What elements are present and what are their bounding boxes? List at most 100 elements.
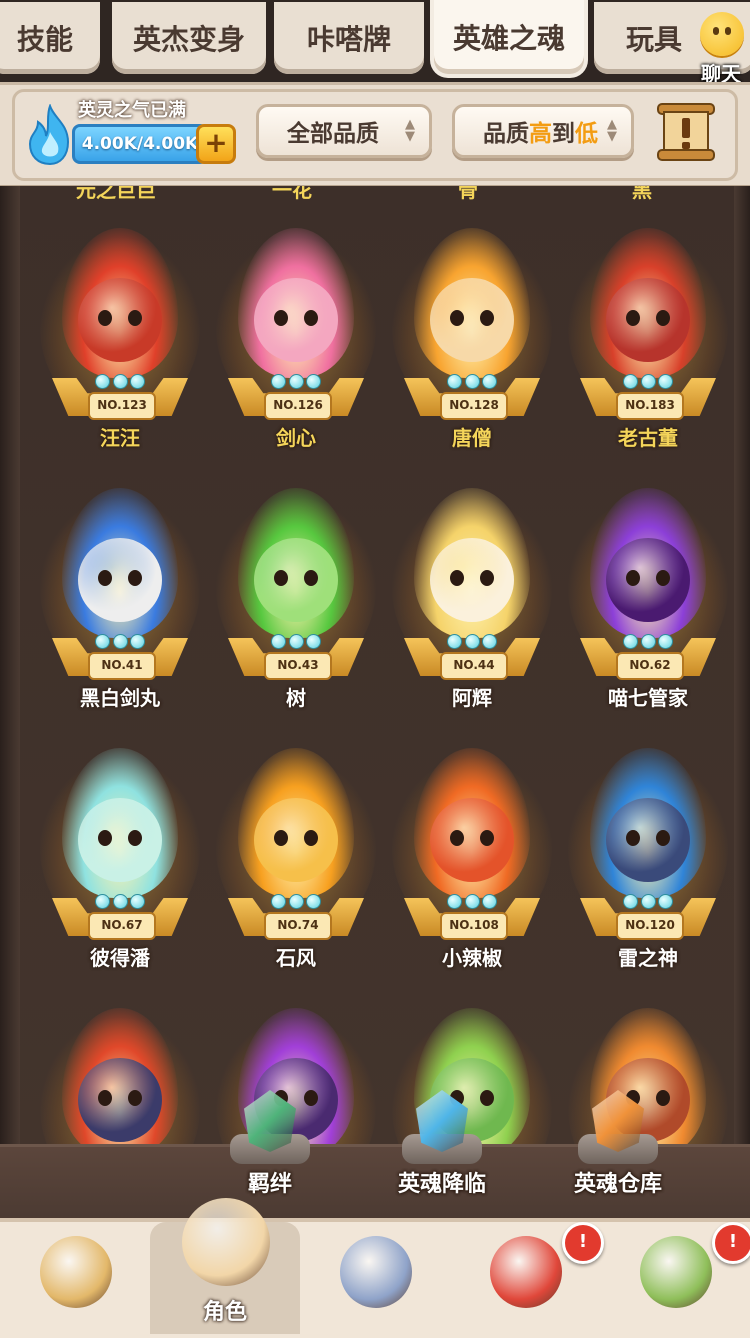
hero-portrait-icon xyxy=(78,1058,162,1142)
tab-skills[interactable]: 技能 xyxy=(0,2,100,74)
gem-icon xyxy=(623,374,638,389)
hero-soul-card[interactable]: NO.128 唐僧 xyxy=(392,228,552,468)
gem-icon xyxy=(658,634,673,649)
sort-dropdown[interactable]: 品质高到低 ▲ ▼ xyxy=(452,104,634,158)
nav-item-clan[interactable] xyxy=(0,1222,150,1334)
gem-icon xyxy=(306,374,321,389)
hero-number: NO.183 xyxy=(616,392,684,420)
hero-portrait-icon xyxy=(606,538,690,622)
hero-number: NO.123 xyxy=(88,392,156,420)
star-gems xyxy=(623,894,673,909)
hero-soul-card[interactable]: NO.74 石风 xyxy=(216,748,376,988)
hero-portrait-icon xyxy=(430,798,514,882)
nav-item-character[interactable]: 角色 xyxy=(150,1198,300,1334)
gem-icon xyxy=(640,894,656,909)
hero-number: NO.44 xyxy=(440,652,508,680)
star-gems xyxy=(271,634,321,649)
hero-soul-card[interactable]: NO.62 喵七管家 xyxy=(568,488,728,728)
gem-icon xyxy=(288,634,304,649)
gem-icon xyxy=(640,374,656,389)
blue-crystal-icon xyxy=(416,1090,468,1152)
hero-name: 汪汪 xyxy=(100,426,140,450)
gem-icon xyxy=(95,894,110,909)
hero-name: 彼得潘 xyxy=(90,946,150,970)
hero-name: 喵七管家 xyxy=(608,686,688,710)
star-gems xyxy=(95,374,145,389)
sort-label: 品质高到低 xyxy=(483,121,598,147)
nav-item-pets[interactable]: ! xyxy=(450,1222,604,1334)
hero-soul-storage-button[interactable]: 英魂仓库 xyxy=(548,1090,688,1200)
hero-name: 雷之神 xyxy=(618,946,678,970)
hero-soul-card[interactable]: NO.44 阿辉 xyxy=(392,488,552,728)
hero-soul-card[interactable]: NO.183 老古董 xyxy=(568,228,728,468)
hero-name: 树 xyxy=(286,686,306,710)
hero-name: 老古董 xyxy=(618,426,678,450)
hero-soul-card[interactable]: NO.126 剑心 xyxy=(216,228,376,468)
add-spirit-button[interactable]: + xyxy=(196,124,236,164)
updown-arrows-icon: ▲ ▼ xyxy=(405,117,415,144)
gem-icon xyxy=(447,374,462,389)
pet-icon xyxy=(490,1236,562,1308)
gem-icon xyxy=(306,894,321,909)
action-label: 英魂仓库 xyxy=(573,1172,662,1197)
chat-face-icon xyxy=(700,12,744,56)
hero-portrait-icon xyxy=(78,798,162,882)
gem-icon xyxy=(271,894,286,909)
hero-portrait-icon xyxy=(430,278,514,362)
hero-soul-card[interactable]: NO.43 树 xyxy=(216,488,376,728)
hero-soul-card[interactable]: NO.67 彼得潘 xyxy=(40,748,200,988)
green-gem-icon xyxy=(244,1090,296,1152)
hero-name: 唐僧 xyxy=(452,426,492,450)
scroll-info-icon[interactable] xyxy=(652,100,720,164)
nav-item-golem[interactable]: ! xyxy=(600,1222,750,1334)
star-gems xyxy=(271,374,321,389)
gem-icon xyxy=(623,894,638,909)
hero-number: NO.43 xyxy=(264,652,332,680)
hero-soul-card[interactable]: NO.108 小辣椒 xyxy=(392,748,552,988)
hero-name: 阿辉 xyxy=(452,686,492,710)
spirit-title: 英灵之气已满 xyxy=(78,100,186,121)
caveman-icon xyxy=(40,1236,112,1308)
notification-badge: ! xyxy=(712,1222,750,1264)
gem-icon xyxy=(464,374,480,389)
hero-soul-card[interactable]: NO.41 黑白剑丸 xyxy=(40,488,200,728)
gem-icon xyxy=(306,634,321,649)
chat-button[interactable]: 聊天 xyxy=(694,6,748,86)
cut-name: 黑 xyxy=(632,186,652,202)
hero-portrait-icon xyxy=(78,278,162,362)
hero-number: NO.67 xyxy=(88,912,156,940)
gem-icon xyxy=(95,374,110,389)
blue-flame-icon xyxy=(28,104,70,166)
hero-number: NO.108 xyxy=(440,912,508,940)
gem-icon xyxy=(288,894,304,909)
hero-name: 剑心 xyxy=(276,426,316,450)
hero-soul-card[interactable]: NO.120 雷之神 xyxy=(568,748,728,988)
bonds-button[interactable]: 羁绊 xyxy=(200,1090,340,1200)
tab-hero-transform[interactable]: 英杰变身 xyxy=(112,2,266,74)
hero-number: NO.120 xyxy=(616,912,684,940)
star-gems xyxy=(623,374,673,389)
updown-arrows-icon: ▲ ▼ xyxy=(607,117,617,144)
nav-label: 角色 xyxy=(202,1300,247,1325)
cut-name: 骨 xyxy=(458,186,478,202)
cut-name: 一花 xyxy=(272,186,312,202)
tab-hero-souls[interactable]: 英雄之魂 xyxy=(434,0,584,74)
hero-soul-card[interactable]: NO.123 汪汪 xyxy=(40,228,200,468)
hero-number: NO.74 xyxy=(264,912,332,940)
nav-item-equipment[interactable] xyxy=(300,1222,450,1334)
gem-icon xyxy=(95,634,110,649)
hero-soul-summon-button[interactable]: 英魂降临 xyxy=(372,1090,512,1200)
quality-filter-dropdown[interactable]: 全部品质 ▲ ▼ xyxy=(256,104,432,158)
gem-icon xyxy=(271,634,286,649)
hero-portrait-icon xyxy=(430,538,514,622)
hero-avatar-icon xyxy=(182,1198,270,1286)
spirit-value: 4.00K/4.00K xyxy=(72,124,208,164)
gem-icon xyxy=(112,634,128,649)
hero-soul-grid: 元之巨巨 一花 骨 黑 NO.123 汪汪 NO.126 剑心 NO.128 唐僧 NO.1… xyxy=(20,186,734,1146)
star-gems xyxy=(447,634,497,649)
notification-badge: ! xyxy=(562,1222,604,1264)
tab-bar: 技能 英杰变身 咔嗒牌 英雄之魂 玩具 聊天 xyxy=(0,0,750,86)
hero-portrait-icon xyxy=(606,278,690,362)
hero-soul-card[interactable] xyxy=(40,1008,200,1146)
tab-click-cards[interactable]: 咔嗒牌 xyxy=(274,2,424,74)
